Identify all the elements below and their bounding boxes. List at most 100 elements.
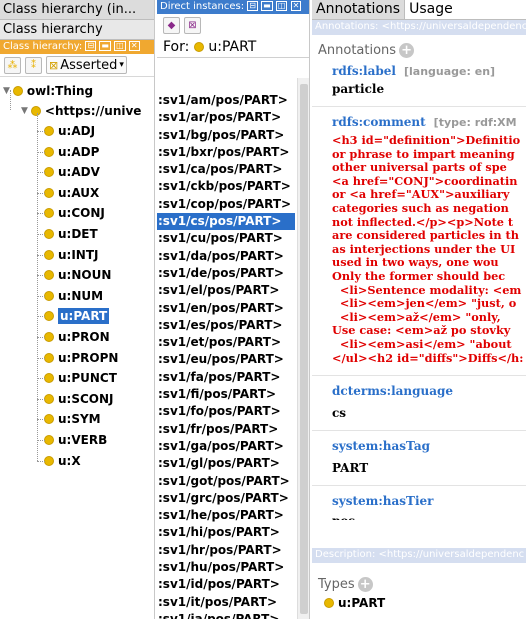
comment-line: are considered particles in th: [332, 228, 519, 243]
tree-node-u-adp[interactable]: u:ADP: [44, 142, 99, 162]
instance-item[interactable]: :sv1/cs/pos/PART>: [157, 213, 295, 231]
instance-item[interactable]: :sv1/da/pos/PART>: [157, 248, 295, 265]
instance-item[interactable]: :sv1/ja/pos/PART>: [157, 611, 295, 619]
instance-item[interactable]: :sv1/fr/pos/PART>: [157, 421, 295, 438]
instance-item[interactable]: :sv1/am/pos/PART>: [157, 92, 295, 109]
instance-item[interactable]: :sv1/fa/pos/PART>: [157, 369, 295, 386]
tree-node-u-pron[interactable]: u:PRON: [44, 327, 110, 347]
tree-node-u-intj[interactable]: u:INTJ: [44, 245, 99, 265]
annotation-rdfs-label[interactable]: rdfs:label [language: en] particle: [332, 64, 526, 96]
close-icon[interactable]: ✕: [128, 41, 140, 51]
tree-node-u-num[interactable]: u:NUM: [44, 286, 103, 306]
instance-item[interactable]: :sv1/es/pos/PART>: [157, 317, 295, 334]
asserted-dropdown[interactable]: ⊠ Asserted ▾: [46, 56, 127, 74]
tree-node-u-aux[interactable]: u:AUX: [44, 183, 99, 203]
instances-scrollbar[interactable]: [297, 78, 309, 619]
collapse-icon[interactable]: ▼: [21, 106, 28, 116]
instance-item[interactable]: :sv1/ca/pos/PART>: [157, 161, 295, 178]
instance-item[interactable]: :sv1/it/pos/PART>: [157, 594, 295, 611]
view-icon[interactable]: ⊟: [85, 41, 97, 51]
tree-node-u-propn[interactable]: u:PROPN: [44, 348, 118, 368]
collapse-icon[interactable]: ▼: [3, 86, 10, 96]
instance-item[interactable]: :sv1/el/pos/PART>: [157, 282, 295, 299]
add-type-icon[interactable]: +: [357, 577, 373, 592]
annotation-rdfs-comment[interactable]: rdfs:comment [type: rdf:XM <h3 id="defini…: [332, 115, 526, 365]
tab-class-hierarchy-inferred[interactable]: Class hierarchy (in...: [0, 0, 154, 20]
tree-node-u-x[interactable]: u:X: [44, 451, 81, 471]
tree-node-u-adj[interactable]: u:ADJ: [44, 121, 95, 141]
instance-item[interactable]: :sv1/ckb/pos/PART>: [157, 178, 295, 195]
add-individual-button[interactable]: ◆: [163, 16, 180, 34]
instance-item[interactable]: :sv1/en/pos/PART>: [157, 300, 295, 317]
minimize-icon[interactable]: ▬: [261, 1, 273, 11]
property-name: system:hasTag: [332, 439, 430, 454]
types-header: Types +: [318, 577, 385, 592]
scrollbar-thumb[interactable]: [300, 84, 308, 614]
instance-item[interactable]: :sv1/eu/pos/PART>: [157, 351, 295, 368]
comment-line: Only the former should bec: [332, 268, 506, 283]
instance-item[interactable]: :sv1/cu/pos/PART>: [157, 230, 295, 247]
annotations-header-label: Annotations: [318, 43, 397, 58]
delete-individual-button[interactable]: ⊠: [184, 16, 201, 34]
comment-line: or <a href="AUX">auxiliary: [332, 187, 510, 202]
instance-item[interactable]: :sv1/hu/pos/PART>: [157, 559, 295, 576]
type-item[interactable]: u:PART: [324, 596, 385, 610]
add-annotation-icon[interactable]: +: [399, 43, 415, 58]
tree-node-label: u:PART: [58, 308, 110, 325]
annotation-system-hastag[interactable]: system:hasTag PART: [332, 439, 526, 475]
tree-node-namespace[interactable]: ▼ <https://unive: [21, 101, 141, 121]
tree-node-u-det[interactable]: u:DET: [44, 224, 98, 244]
add-sibling-button[interactable]: ⁑: [25, 56, 42, 74]
tab-usage[interactable]: Usage: [405, 0, 457, 19]
tree-node-u-verb[interactable]: u:VERB: [44, 430, 107, 450]
tree-node-label: u:NUM: [58, 288, 104, 303]
instance-item[interactable]: :sv1/ga/pos/PART>: [157, 438, 295, 455]
instance-item[interactable]: :sv1/bg/pos/PART>: [157, 127, 295, 144]
class-icon: [44, 352, 54, 363]
add-subclass-button[interactable]: ⁂: [4, 56, 21, 74]
annotation-system-hastier[interactable]: system:hasTier pos: [332, 494, 526, 520]
tab-annotations[interactable]: Annotations: [312, 0, 406, 19]
instance-item[interactable]: :sv1/ar/pos/PART>: [157, 109, 295, 126]
types-header-label: Types: [318, 577, 355, 592]
tree-node-u-punct[interactable]: u:PUNCT: [44, 368, 117, 388]
tree-node-owl-thing[interactable]: ▼ owl:Thing: [3, 81, 93, 101]
instance-item[interactable]: :sv1/he/pos/PART>: [157, 507, 295, 524]
delete-individual-icon: ⊠: [188, 19, 197, 31]
instance-item[interactable]: :sv1/got/pos/PART>: [157, 473, 295, 490]
delete-class-icon: ⊠: [49, 58, 59, 72]
instance-item[interactable]: :sv1/cop/pos/PART>: [157, 196, 295, 213]
tree-node-u-adv[interactable]: u:ADV: [44, 162, 100, 182]
add-sibling-icon: ⁑: [31, 59, 36, 71]
comment-line: or phrase to impart meaning: [332, 146, 515, 161]
restore-icon[interactable]: ◫: [275, 1, 288, 11]
instance-item[interactable]: :sv1/hr/pos/PART>: [157, 542, 295, 559]
instance-item[interactable]: :sv1/grc/pos/PART>: [157, 490, 295, 507]
tree-node-label: u:ADJ: [58, 124, 96, 138]
restore-icon[interactable]: ◫: [114, 41, 126, 51]
view-icon[interactable]: ⊟: [247, 1, 258, 11]
instance-item[interactable]: :sv1/bxr/pos/PART>: [157, 144, 295, 161]
minimize-icon[interactable]: ▬: [99, 41, 111, 51]
instance-item[interactable]: :sv1/fo/pos/PART>: [157, 403, 295, 420]
divider: [312, 485, 526, 487]
instance-item[interactable]: :sv1/fi/pos/PART>: [157, 386, 295, 403]
instance-item[interactable]: :sv1/hi/pos/PART>: [157, 524, 295, 541]
tree-node-u-conj[interactable]: u:CONJ: [44, 203, 105, 223]
close-icon[interactable]: ✕: [290, 1, 302, 11]
instance-item[interactable]: :sv1/de/pos/PART>: [157, 265, 295, 282]
tree-node-u-noun[interactable]: u:NOUN: [44, 265, 111, 285]
class-icon: [44, 373, 54, 384]
comment-line: Use case: <em>až po stovky: [332, 323, 511, 338]
tree-node-u-part[interactable]: u:PART: [44, 306, 110, 326]
instance-item[interactable]: :sv1/et/pos/PART>: [157, 334, 295, 351]
tree-node-u-sconj[interactable]: u:SCONJ: [44, 389, 114, 409]
instance-item[interactable]: :sv1/gl/pos/PART>: [157, 455, 295, 472]
property-name: rdfs:comment: [332, 115, 426, 129]
tree-node-u-sym[interactable]: u:SYM: [44, 409, 101, 429]
tab-class-hierarchy[interactable]: Class hierarchy: [0, 20, 154, 40]
tree-node-label: u:ADP: [58, 144, 100, 159]
add-subclass-icon: ⁂: [7, 59, 18, 71]
instance-item[interactable]: :sv1/id/pos/PART>: [157, 576, 295, 593]
annotation-dcterms-language[interactable]: dcterms:language cs: [332, 384, 526, 420]
